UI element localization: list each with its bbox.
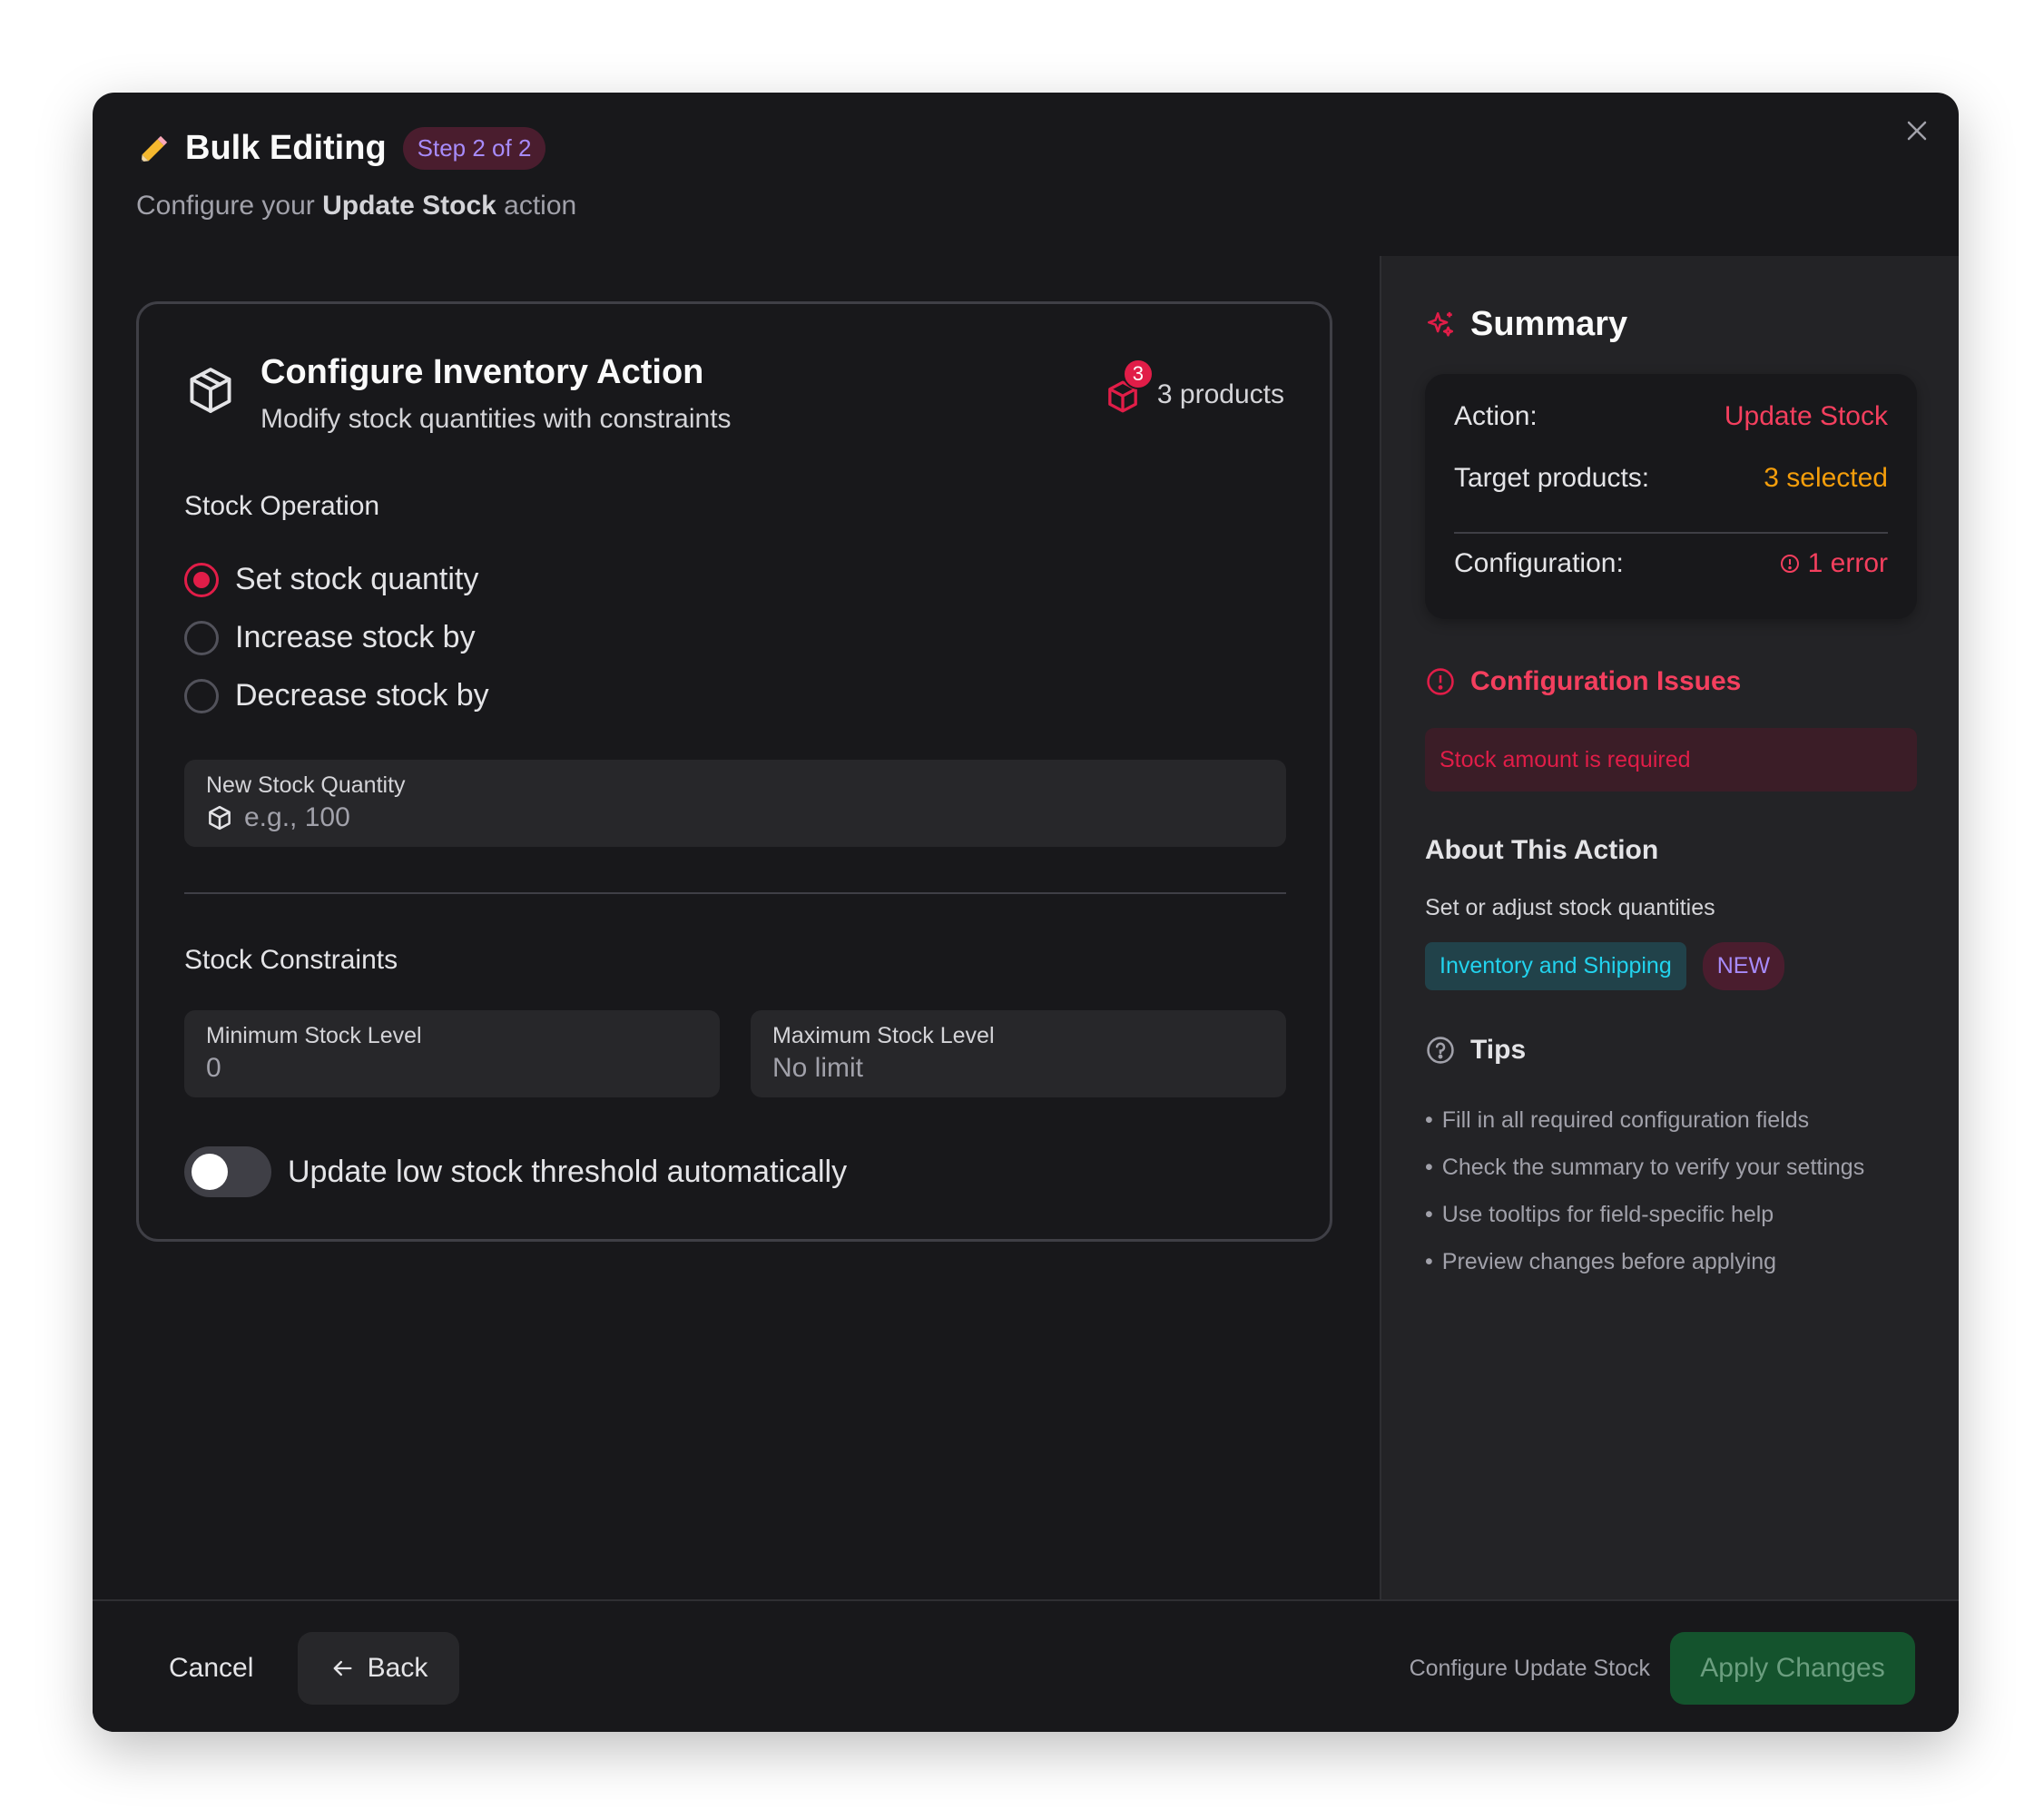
summary-divider xyxy=(1454,532,1888,534)
error-count: 1 error xyxy=(1807,548,1888,578)
radio-label: Set stock quantity xyxy=(235,562,479,596)
new-stock-quantity-field[interactable]: New Stock Quantity xyxy=(184,760,1286,847)
summary-value-targets: 3 selected xyxy=(1764,463,1888,493)
radio-indicator[interactable] xyxy=(184,620,219,655)
products-indicator: 3 3 products xyxy=(1105,359,1284,417)
bulk-edit-modal: Bulk Editing Step 2 of 2 Configure your … xyxy=(93,93,1959,1732)
max-stock-field[interactable]: Maximum Stock Level xyxy=(751,1010,1286,1097)
modal-title: Bulk Editing xyxy=(185,129,387,167)
field-label: New Stock Quantity xyxy=(206,772,406,798)
summary-row-action: Action: Update Stock xyxy=(1454,401,1888,432)
tip-item: Preview changes before applying xyxy=(1425,1238,1864,1285)
issue-item: Stock amount is required xyxy=(1425,728,1917,792)
summary-row-configuration: Configuration: 1 error xyxy=(1454,548,1888,579)
summary-panel: Summary Action: Update Stock Target prod… xyxy=(1380,256,1959,1599)
subtitle-suffix: action xyxy=(496,191,577,221)
field-label: Maximum Stock Level xyxy=(772,1023,995,1048)
sparkles-icon xyxy=(1427,311,1454,337)
card-title: Configure Inventory Action xyxy=(260,353,704,391)
low-stock-threshold-toggle-row: Update low stock threshold automatically xyxy=(184,1146,847,1197)
field-label: Minimum Stock Level xyxy=(206,1023,422,1048)
card-subtitle: Modify stock quantities with constraints xyxy=(260,404,732,434)
title-row: Bulk Editing Step 2 of 2 xyxy=(136,127,546,170)
section-divider xyxy=(184,892,1286,894)
arrow-left-icon xyxy=(333,1660,352,1676)
step-badge: Step 2 of 2 xyxy=(402,127,546,170)
summary-title: Summary xyxy=(1470,305,1628,343)
help-circle-icon xyxy=(1427,1037,1454,1064)
stock-constraints-label: Stock Constraints xyxy=(184,945,398,975)
products-label: 3 products xyxy=(1156,379,1284,409)
summary-header: Summary xyxy=(1425,305,1627,344)
summary-value-action: Update Stock xyxy=(1724,401,1888,431)
new-badge: NEW xyxy=(1702,942,1785,990)
config-panel: Configure Inventory Action Modify stock … xyxy=(93,256,1378,1599)
cancel-button[interactable]: Cancel xyxy=(136,1632,286,1705)
radio-decrease-stock[interactable]: Decrease stock by xyxy=(184,678,489,713)
summary-value-configuration: 1 error xyxy=(1779,548,1888,579)
box-icon xyxy=(209,805,231,831)
radio-increase-stock[interactable]: Increase stock by xyxy=(184,620,476,655)
toggle-label: Update low stock threshold automatically xyxy=(288,1154,848,1189)
back-button[interactable]: Back xyxy=(298,1632,459,1705)
low-stock-threshold-toggle[interactable] xyxy=(184,1146,271,1197)
issues-title: Configuration Issues xyxy=(1470,666,1742,696)
alert-circle-icon xyxy=(1780,555,1799,573)
tip-item: Use tooltips for field-specific help xyxy=(1425,1191,1864,1238)
close-icon xyxy=(1907,121,1927,141)
close-button[interactable] xyxy=(1897,111,1937,151)
new-stock-quantity-input[interactable] xyxy=(244,802,1264,833)
modal-footer: Cancel Back Configure Update Stock Apply… xyxy=(93,1599,1959,1732)
radio-set-stock[interactable]: Set stock quantity xyxy=(184,562,478,597)
tip-item: Check the summary to verify your setting… xyxy=(1425,1144,1864,1191)
radio-indicator[interactable] xyxy=(184,562,219,597)
issues-header: Configuration Issues xyxy=(1425,666,1741,697)
category-tag: Inventory and Shipping xyxy=(1425,942,1686,990)
radio-dot xyxy=(193,571,210,588)
product-count-badge: 3 xyxy=(1122,359,1154,389)
inventory-action-card: Configure Inventory Action Modify stock … xyxy=(136,301,1332,1242)
subtitle-action-name: Update Stock xyxy=(322,191,496,221)
field-input-row xyxy=(206,1053,698,1084)
max-stock-input[interactable] xyxy=(772,1053,1264,1084)
modal-header: Bulk Editing Step 2 of 2 Configure your … xyxy=(93,93,1959,256)
about-title: About This Action xyxy=(1425,835,1659,865)
radio-label: Decrease stock by xyxy=(235,678,489,713)
tips-title: Tips xyxy=(1470,1035,1527,1065)
about-text: Set or adjust stock quantities xyxy=(1425,895,1715,920)
toggle-knob xyxy=(192,1154,228,1190)
box-icon xyxy=(190,368,231,413)
products-icon-wrap: 3 xyxy=(1105,359,1154,417)
summary-key: Configuration: xyxy=(1454,548,1624,578)
stock-operation-label: Stock Operation xyxy=(184,491,380,521)
field-input-row xyxy=(206,802,1264,833)
min-stock-field[interactable]: Minimum Stock Level xyxy=(184,1010,720,1097)
tip-item: Fill in all required configuration field… xyxy=(1425,1096,1864,1144)
modal-subtitle: Configure your Update Stock action xyxy=(136,191,576,221)
radio-indicator[interactable] xyxy=(184,678,219,713)
tips-header: Tips xyxy=(1425,1035,1526,1066)
summary-row-targets: Target products: 3 selected xyxy=(1454,463,1888,494)
tips-list: Fill in all required configuration field… xyxy=(1425,1096,1864,1285)
back-label: Back xyxy=(367,1653,428,1683)
subtitle-prefix: Configure your xyxy=(136,191,323,221)
radio-label: Increase stock by xyxy=(235,620,476,654)
apply-changes-button[interactable]: Apply Changes xyxy=(1670,1632,1915,1705)
about-tags: Inventory and Shipping NEW xyxy=(1425,942,1785,990)
summary-box: Action: Update Stock Target products: 3 … xyxy=(1425,374,1917,619)
min-stock-input[interactable] xyxy=(206,1053,698,1084)
footer-status: Configure Update Stock xyxy=(1409,1655,1650,1681)
field-input-row xyxy=(772,1053,1264,1084)
pencil-icon xyxy=(136,131,172,167)
summary-key: Action: xyxy=(1454,401,1538,431)
alert-circle-icon xyxy=(1427,668,1454,695)
summary-key: Target products: xyxy=(1454,463,1650,493)
